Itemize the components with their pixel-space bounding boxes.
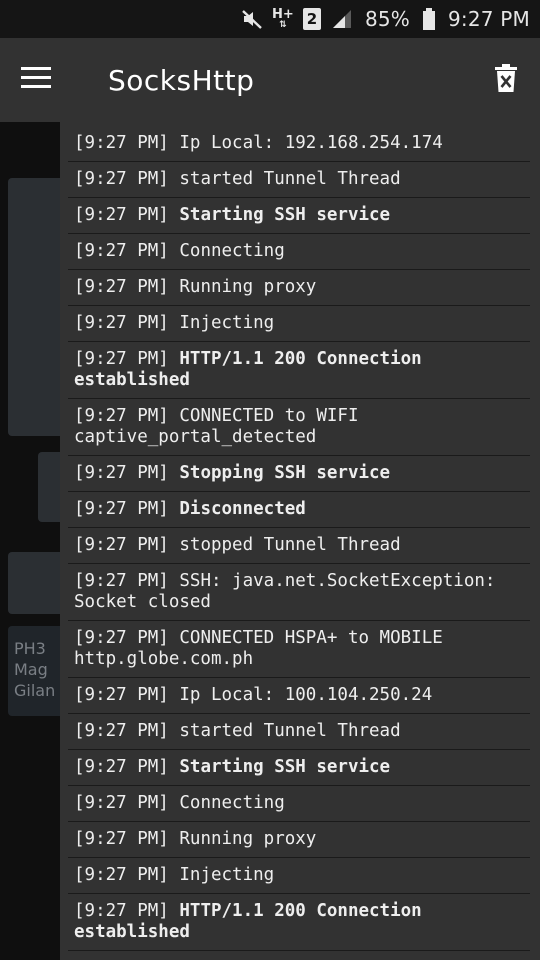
background-card [8,552,64,614]
log-message: Starting SSH service [179,757,391,777]
sim-2-icon: 2 [302,8,321,30]
log-timestamp: [9:27 PM] [74,241,169,261]
background-note-line: Mag [14,660,48,679]
log-message: Ip Local: 192.168.254.174 [179,133,443,153]
log-entry: [9:27 PM] started Tunnel Thread [68,162,530,198]
log-entry: [9:27 PM] started Tunnel Thread [68,714,530,750]
log-entry: [9:27 PM] stopped Tunnel Thread [68,528,530,564]
log-timestamp: [9:27 PM] [74,793,169,813]
background-card [8,178,64,436]
background-note: PH3 Mag Gilan [14,638,64,701]
app-bar: SocksHttp [0,38,540,122]
clear-log-button[interactable] [492,62,520,98]
log-timestamp: [9:27 PM] [74,406,169,426]
delete-icon [495,64,517,96]
log-timestamp: [9:27 PM] [74,313,169,333]
log-message: Running proxy [179,829,317,849]
log-message: Injecting [179,865,275,885]
log-entry: [9:27 PM] Injecting [68,858,530,894]
log-entry: [9:27 PM] CONNECTED to WIFI captive_port… [68,399,530,456]
log-entry: [9:27 PM] SSH: java.net.SocketException:… [68,564,530,621]
log-entry: [9:27 PM] Connecting [68,234,530,270]
log-message: Disconnected [179,499,306,519]
log-entry: [9:27 PM] CONNECTED HSPA+ to MOBILE http… [68,621,530,678]
log-message: Running proxy [179,277,317,297]
background-note-line: PH3 [14,639,46,658]
hplus-network-icon: H+ ⇅ [272,6,294,30]
log-entry: [9:27 PM] Ip Local: 192.168.254.174 [68,126,530,162]
log-entry: [9:27 PM] HTTP/1.1 200 Connection establ… [68,342,530,399]
log-entry: [9:27 PM] HTTP/1.1 200 Connection establ… [68,894,530,951]
log-timestamp: [9:27 PM] [74,277,169,297]
log-message: Connecting [179,241,285,261]
log-timestamp: [9:27 PM] [74,169,169,189]
log-timestamp: [9:27 PM] [74,628,169,648]
log-timestamp: [9:27 PM] [74,721,169,741]
log-message: Starting SSH service [179,205,391,225]
log-timestamp: [9:27 PM] [74,133,169,153]
menu-button[interactable] [0,38,72,122]
log-list[interactable]: [9:27 PM] Ip Local: 192.168.254.174 [9:27… [68,126,530,951]
log-timestamp: [9:27 PM] [74,571,169,591]
log-message: Stopping SSH service [179,463,391,483]
log-entry: [9:27 PM] Stopping SSH service [68,456,530,492]
mute-icon [241,8,263,30]
status-icons: H+ ⇅ 2 [241,8,353,30]
signal-icon [331,8,353,30]
log-entry: [9:27 PM] Starting SSH service [68,198,530,234]
log-panel[interactable]: [9:27 PM] Ip Local: 192.168.254.174 [9:27… [60,122,540,960]
log-timestamp: [9:27 PM] [74,463,169,483]
battery-percent: 85% [364,7,410,31]
log-entry: [9:27 PM] Starting SSH service [68,750,530,786]
data-arrows-icon: ⇅ [279,19,287,30]
log-message: Connecting [179,793,285,813]
log-timestamp: [9:27 PM] [74,535,169,555]
sim-number: 2 [306,10,318,28]
log-entry: [9:27 PM] Ip Local: 100.104.250.24 [68,678,530,714]
log-entry: [9:27 PM] Connecting [68,786,530,822]
log-timestamp: [9:27 PM] [74,829,169,849]
app-title: SocksHttp [108,63,255,97]
status-bar: H+ ⇅ 2 85% 9:27 PM [0,0,540,38]
network-type-label: H+ [272,6,294,22]
log-message: Ip Local: 100.104.250.24 [179,685,433,705]
log-timestamp: [9:27 PM] [74,685,169,705]
log-message: Injecting [179,313,275,333]
background-note-line: Gilan [14,681,56,700]
log-timestamp: [9:27 PM] [74,349,169,369]
battery-icon [422,8,436,30]
log-entry: [9:27 PM] Injecting [68,306,530,342]
log-timestamp: [9:27 PM] [74,901,169,921]
clock: 9:27 PM [448,7,530,31]
hamburger-menu-icon [21,67,51,93]
log-timestamp: [9:27 PM] [74,205,169,225]
log-entry: [9:27 PM] Running proxy [68,270,530,306]
log-entry: [9:27 PM] Running proxy [68,822,530,858]
log-message: started Tunnel Thread [179,721,401,741]
log-message: stopped Tunnel Thread [179,535,401,555]
log-entry: [9:27 PM] Disconnected [68,492,530,528]
log-message: started Tunnel Thread [179,169,401,189]
log-timestamp: [9:27 PM] [74,499,169,519]
log-timestamp: [9:27 PM] [74,865,169,885]
log-timestamp: [9:27 PM] [74,757,169,777]
